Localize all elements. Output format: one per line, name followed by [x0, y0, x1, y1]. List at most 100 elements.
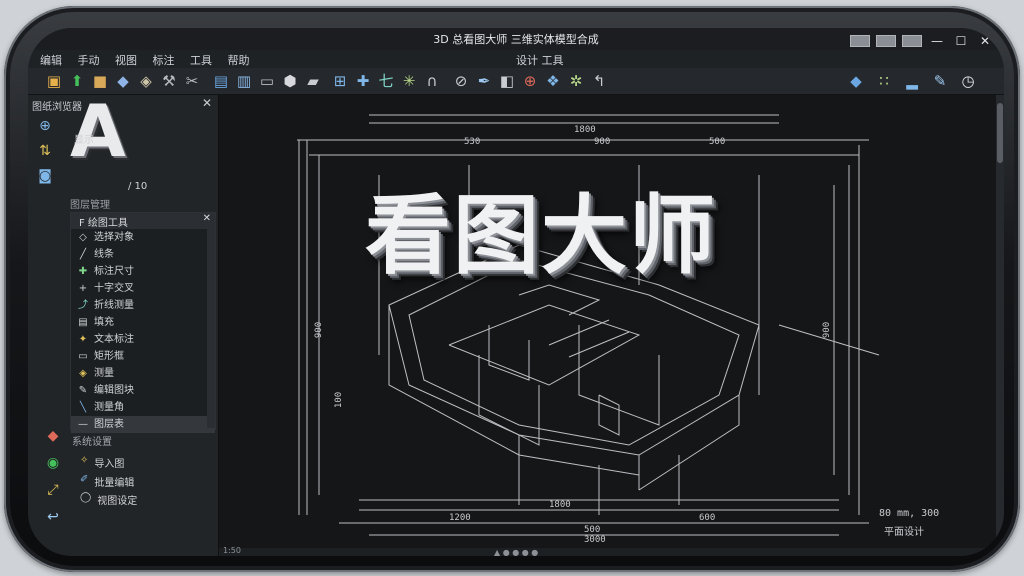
- batch-edit-icon: ✐: [80, 474, 89, 485]
- window-controls: — ☐ ✕: [850, 34, 994, 48]
- view-settings-icon: ◯: [80, 492, 92, 503]
- layout-2-icon[interactable]: [876, 35, 896, 47]
- list-close-icon[interactable]: ✕: [203, 213, 211, 224]
- list-item[interactable]: ╱ 线条: [71, 246, 215, 263]
- minimize-button[interactable]: —: [928, 34, 946, 48]
- settings-section-title: 系统设置: [72, 437, 112, 448]
- angle-icon[interactable]: 七: [376, 72, 396, 90]
- list-item-label: 填充: [94, 317, 114, 328]
- settings-item[interactable]: ✐ 批量编辑: [80, 474, 134, 489]
- search-icon[interactable]: ⊕: [520, 72, 540, 90]
- crosshair-icon[interactable]: ⊕: [34, 115, 56, 137]
- globe-icon[interactable]: ◉: [42, 452, 64, 474]
- dim-top-c: 500: [709, 137, 726, 147]
- list-item[interactable]: ✚ 标注尺寸: [71, 263, 215, 280]
- arrow-up-icon[interactable]: ⬆: [67, 72, 87, 90]
- menu-edit[interactable]: 编辑: [40, 52, 62, 68]
- list-item[interactable]: ◇ 选择对象: [71, 229, 215, 246]
- dim-top-a: 530: [464, 137, 481, 147]
- headline-text: 看图大师: [365, 186, 717, 286]
- redo-icon[interactable]: ↰: [589, 72, 609, 90]
- phone-frame: 3D 总看图大师 三维实体模型合成 — ☐ ✕ 编辑 手动 视图 标注 工具 帮…: [4, 6, 1020, 572]
- hammer-icon[interactable]: ⚒: [159, 72, 179, 90]
- wrench-icon[interactable]: ✂: [182, 72, 202, 90]
- magnet-icon[interactable]: ∩: [422, 72, 442, 90]
- move-icon[interactable]: ⇅: [34, 140, 56, 162]
- list-item[interactable]: + 十字交叉: [71, 280, 215, 297]
- menu-manual[interactable]: 手动: [78, 52, 100, 68]
- expand-icon[interactable]: ⤢: [42, 479, 64, 501]
- solid-icon[interactable]: ⬢: [280, 72, 300, 90]
- list-item[interactable]: ▭ 矩形框: [71, 348, 215, 365]
- list-scrollbar[interactable]: [207, 228, 215, 428]
- close-button[interactable]: ✕: [976, 34, 994, 48]
- list-item-label: 矩形框: [94, 351, 124, 362]
- layout-3-icon[interactable]: [902, 35, 922, 47]
- list-item[interactable]: — 图层表: [71, 416, 215, 433]
- list-item-label: 折线测量: [94, 300, 134, 311]
- box-icon[interactable]: ■: [90, 72, 110, 90]
- cube-icon[interactable]: ▣: [44, 72, 64, 90]
- bottom-tools: ◆ ◉ ⤢ ↩: [32, 420, 68, 528]
- snowflake-icon[interactable]: ❖: [543, 72, 563, 90]
- page-dots-icon[interactable]: ▲ ● ● ● ●: [494, 548, 538, 556]
- scroll-thumb[interactable]: [997, 103, 1003, 163]
- stack-icon[interactable]: ◧: [497, 72, 517, 90]
- status-scale: 1:50: [223, 546, 241, 555]
- settings-item[interactable]: ✧ 导入图: [80, 455, 124, 470]
- layer-table-icon: —: [78, 419, 88, 430]
- panel-close-icon[interactable]: ✕: [202, 96, 212, 110]
- menu-help[interactable]: 帮助: [228, 52, 250, 68]
- menu-design-tools[interactable]: 设计 工具: [516, 52, 564, 68]
- menu-tools[interactable]: 工具: [190, 52, 212, 68]
- shapes-icon[interactable]: ◈: [136, 72, 156, 90]
- palette-icon[interactable]: ◆: [42, 425, 64, 447]
- monitor-icon[interactable]: ▭: [257, 72, 277, 90]
- undo-icon[interactable]: ✲: [566, 72, 586, 90]
- tool-list-title: F 绘图工具: [79, 218, 128, 229]
- layer-section-title: 图层管理: [70, 200, 110, 211]
- list-item[interactable]: ◈ 测量: [71, 365, 215, 382]
- pen-icon[interactable]: ✒: [474, 72, 494, 90]
- vertical-scrollbar[interactable]: [996, 95, 1004, 556]
- list-item[interactable]: ▤ 填充: [71, 314, 215, 331]
- maximize-button[interactable]: ☐: [952, 34, 970, 48]
- back-icon[interactable]: ↩: [42, 506, 64, 528]
- vertical-tools: ⊕ ⇅ ◙: [34, 115, 64, 190]
- tool-list: F 绘图工具 ✕ ◇ 选择对象 ╱ 线条 ✚ 标注尺寸 + 十字交叉 ⤴ 折线测量 ▤ 填充…: [70, 212, 216, 433]
- list-item[interactable]: ✦ 文本标注: [71, 331, 215, 348]
- polyline-icon: ⤴: [78, 300, 88, 311]
- page-count: / 10: [128, 181, 148, 192]
- nodes-icon[interactable]: ∷: [874, 72, 894, 90]
- left-panel: 图纸浏览器 ✕ ⊕ ⇅ ◙ A 显示 / 10 图层管理 F 绘图工具 ✕ ◇ 选…: [28, 89, 219, 556]
- status-bar: 1:50 ▲ ● ● ● ●: [219, 546, 996, 556]
- pencil-icon[interactable]: ✎: [930, 72, 950, 90]
- list-item[interactable]: ╲ 测量角: [71, 399, 215, 416]
- menu-view[interactable]: 视图: [115, 52, 137, 68]
- list-item[interactable]: ✎ 编辑图块: [71, 382, 215, 399]
- text-icon: ✦: [78, 334, 88, 345]
- gem-icon[interactable]: ◆: [846, 72, 866, 90]
- menu-annotate[interactable]: 标注: [153, 52, 175, 68]
- dimension-icon: ✚: [78, 266, 88, 277]
- panel-row-display: 显示: [74, 135, 94, 146]
- drawing-canvas[interactable]: 1800 530 900 500 900 100 900 1800 1200 6…: [219, 95, 996, 556]
- line-icon: ╱: [79, 249, 87, 260]
- folder-icon[interactable]: ▰: [303, 72, 323, 90]
- settings-item[interactable]: ◯ 视图设定: [80, 492, 137, 507]
- zoom-icon[interactable]: ⊘: [451, 72, 471, 90]
- plus-icon[interactable]: ✚: [353, 72, 373, 90]
- select-icon: ◇: [79, 232, 87, 243]
- asterisk-icon[interactable]: ✳: [399, 72, 419, 90]
- grid-icon[interactable]: ⊞: [330, 72, 350, 90]
- camera-icon[interactable]: ◙: [34, 165, 56, 187]
- angle-measure-icon: ╲: [79, 402, 87, 413]
- diamond-icon[interactable]: ◆: [113, 72, 133, 90]
- list-item[interactable]: ⤴ 折线测量: [71, 297, 215, 314]
- screen-icon[interactable]: ▥: [234, 72, 254, 90]
- desk-icon[interactable]: ▂: [902, 72, 922, 90]
- layers-icon[interactable]: ▤: [211, 72, 231, 90]
- clock-icon[interactable]: ◷: [958, 72, 978, 90]
- dim-left-b: 100: [334, 391, 345, 409]
- layout-1-icon[interactable]: [850, 35, 870, 47]
